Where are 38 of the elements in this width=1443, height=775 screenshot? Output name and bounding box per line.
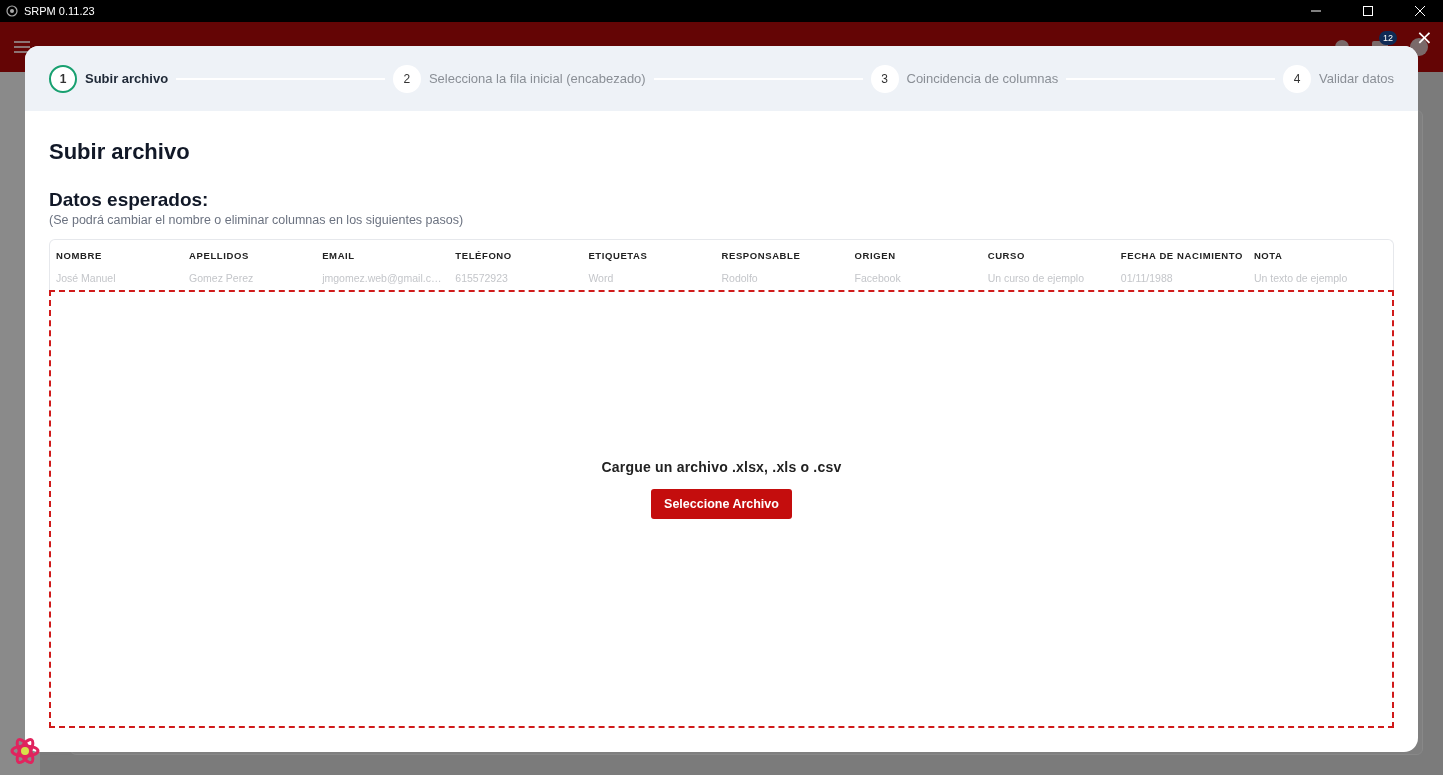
table-cell-text: jmgomez.web@gmail.c… [322,271,443,286]
window-title: SRPM 0.11.23 [24,5,95,17]
atom-icon[interactable] [10,736,40,766]
column-header: NOMBRE [56,249,103,263]
drop-zone[interactable]: Cargue un archivo .xlsx, .xls o .csv Seleccione Archivo [49,290,1394,728]
menu-icon[interactable] [14,41,30,53]
column-header: TELÉFONO [455,249,513,263]
close-icon[interactable] [1415,6,1425,16]
column-header: EMAIL [322,249,356,263]
wizard-step[interactable]: 2 Selecciona la fila inicial (encabezado) [392,64,646,93]
wizard-step[interactable]: 4 Validar datos [1283,64,1394,93]
table-cell-text: 01/11/1988 [1120,271,1174,286]
column-header: ETIQUETAS [588,249,649,263]
table-cell-text: José Manuel [56,271,117,286]
table-cell-text: Facebook [854,271,902,286]
column-header: RESPONSABLE [721,249,802,263]
column-header: ORIGEN [854,249,897,263]
section-note: (Se podrá cambiar el nombre o eliminar columnas en los siguientes pasos) [49,213,465,227]
table-cell-text: 615572923 [455,271,509,286]
modal-title: Subir archivo [49,139,191,165]
section-title: Datos esperados: [49,189,210,211]
wizard-step[interactable]: 3 Coincidencia de columnas [870,64,1059,93]
table-cell-text: Rodolfo [721,271,759,286]
column-header: NOTA [1253,249,1284,263]
maximize-icon[interactable] [1363,6,1373,16]
column-header: APELLIDOS [189,249,250,263]
table-cell-text: Word [588,271,615,286]
table-cell-text: Gomez Perez [189,271,255,286]
wizard-step[interactable]: 1 Subir archivo [49,64,169,93]
table-cell-text: Un curso de ejemplo [987,271,1085,286]
app-icon [6,5,18,17]
table-cell-text: Un texto de ejemplo [1253,271,1349,286]
upload-prompt: Cargue un archivo .xlsx, .xls o .csv [601,459,842,475]
notification-badge: 12 [1379,31,1397,45]
close-button[interactable]: × [1414,28,1435,46]
column-header: FECHA DE NACIMIENTO [1120,249,1245,263]
column-header: CURSO [987,249,1026,263]
select-file-button[interactable]: Seleccione Archivo [651,489,792,519]
